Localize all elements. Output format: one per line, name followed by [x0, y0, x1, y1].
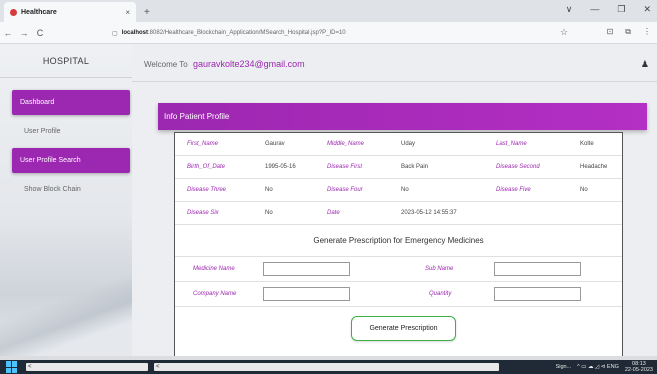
sidebar-background-image — [0, 266, 132, 356]
scroll-left-arrow-icon[interactable]: < — [28, 364, 32, 370]
minimize-icon[interactable]: — — [590, 4, 599, 15]
last-name-value: Kolte — [580, 141, 594, 147]
disease-four-label: Disease Four — [327, 187, 363, 193]
user-email: gauravkolte234@gmail.com — [192, 59, 305, 69]
birth-date-label: Birth_Of_Date — [187, 164, 226, 170]
new-tab-icon[interactable]: + — [144, 7, 150, 18]
system-tray: Sign... ^ ▭ ☁ ◿ ⊲ ENG 08:13 22-05-2023 — [556, 361, 653, 373]
main-content: Welcome To gauravkolte234@gmail.com ♟ In… — [132, 44, 657, 356]
split-view-icon[interactable]: ⊡ — [607, 27, 614, 37]
browser-tab[interactable]: Healthcare × — [4, 2, 136, 22]
first-name-value: Gaurav — [265, 141, 285, 147]
sidebar: HOSPITAL Dashboard User Profile User Pro… — [0, 44, 132, 356]
first-name-label: First_Name — [187, 141, 219, 147]
browser-tab-bar: Healthcare × + ∨ — ❐ ✕ — [0, 0, 657, 22]
generate-prescription-button[interactable]: Generate Prescription — [351, 316, 456, 341]
url-path: :8082/Healthcare_Blockchain_Application/… — [148, 30, 346, 36]
url-field[interactable]: ▢ localhost:8082/Healthcare_Blockchain_A… — [112, 26, 572, 40]
prescription-row: Company Name Quantity — [175, 282, 622, 307]
collections-icon[interactable]: ⧉ — [625, 27, 631, 37]
browser-tools: ⊡ ⧉ ⋮ — [607, 27, 651, 37]
address-bar: ← → C ▢ localhost:8082/Healthcare_Blockc… — [0, 22, 657, 44]
date-label: Date — [327, 210, 340, 216]
welcome-text: Welcome To gauravkolte234@gmail.com — [144, 59, 305, 69]
sidebar-item-dashboard[interactable]: Dashboard — [12, 90, 130, 115]
sidebar-item-show-block-chain[interactable]: Show Block Chain — [14, 177, 132, 202]
taskbar-scroll-main[interactable]: < — [154, 363, 499, 371]
clock-date: 22-05-2023 — [624, 367, 653, 373]
medicine-name-label: Medicine Name — [193, 266, 235, 272]
table-row: Disease Six No Date 2023-05-12 14:55:37 — [175, 202, 622, 225]
sub-name-input[interactable] — [494, 262, 581, 276]
disease-second-value: Headache — [580, 164, 608, 170]
table-row: First_Name Gaurav Middle_Name Uday Last_… — [175, 133, 622, 156]
header-divider — [132, 81, 657, 82]
last-name-label: Last_Name — [496, 141, 527, 147]
disease-five-value: No — [580, 187, 588, 193]
company-name-label: Company Name — [193, 291, 237, 297]
table-row: Birth_Of_Date 1995-05-16 Disease First B… — [175, 156, 622, 179]
disease-second-label: Disease Second — [496, 164, 540, 170]
menu-icon[interactable]: ⋮ — [643, 27, 651, 37]
middle-name-label: Middle_Name — [327, 141, 365, 147]
clock[interactable]: 08:13 22-05-2023 — [625, 361, 653, 373]
birth-date-value: 1995-05-16 — [265, 164, 296, 170]
tab-close-icon[interactable]: × — [125, 8, 130, 17]
quantity-label: Quantity — [429, 291, 452, 297]
tab-list-icon[interactable]: ∨ — [566, 4, 573, 15]
disease-three-label: Disease Three — [187, 187, 227, 193]
disease-six-label: Disease Six — [187, 210, 219, 216]
disease-first-label: Disease First — [327, 164, 363, 170]
brand-divider — [0, 77, 132, 78]
maximize-icon[interactable]: ❐ — [617, 4, 625, 15]
sub-name-label: Sub Name — [425, 266, 454, 272]
close-window-icon[interactable]: ✕ — [643, 4, 651, 15]
forward-icon[interactable]: → — [16, 28, 32, 38]
company-name-input[interactable] — [263, 287, 350, 301]
taskbar: < < Sign... ^ ▭ ☁ ◿ ⊲ ENG 08:13 22-05-20… — [0, 360, 657, 374]
tab-title: Healthcare — [21, 8, 57, 16]
middle-name-value: Uday — [401, 141, 416, 147]
welcome-label: Welcome To — [144, 60, 188, 69]
tray-icons[interactable]: ^ ▭ ☁ ◿ ⊲ ENG — [577, 364, 619, 370]
medicine-name-input[interactable] — [263, 262, 350, 276]
patient-profile-card: First_Name Gaurav Middle_Name Uday Last_… — [174, 132, 623, 356]
window-controls: ∨ — ❐ ✕ — [566, 4, 651, 15]
sidebar-item-user-profile[interactable]: User Profile — [14, 119, 132, 144]
taskbar-scroll-left[interactable]: < — [26, 363, 148, 371]
prescription-header-row: Generate Prescription for Emergency Medi… — [175, 225, 622, 257]
disease-six-value: No — [265, 210, 273, 216]
search-hint[interactable]: Sign... — [556, 364, 572, 370]
url-host: localhost — [121, 30, 149, 36]
disease-four-value: No — [401, 187, 409, 193]
brand-title: HOSPITAL — [42, 56, 90, 66]
favorite-star-icon[interactable]: ☆ — [560, 27, 568, 38]
disease-three-value: No — [265, 187, 273, 193]
back-icon[interactable]: ← — [0, 28, 16, 38]
windows-start-icon[interactable] — [6, 361, 18, 373]
quantity-input[interactable] — [494, 287, 581, 301]
user-icon[interactable]: ♟ — [641, 59, 649, 70]
favicon-icon — [10, 8, 17, 16]
disease-five-label: Disease Five — [496, 187, 531, 193]
page-info-icon[interactable]: ▢ — [112, 30, 118, 37]
date-value: 2023-05-12 14:55:37 — [401, 210, 457, 216]
disease-first-value: Back Pain — [401, 164, 429, 170]
prescription-title: Generate Prescription for Emergency Medi… — [313, 236, 484, 245]
sidebar-item-user-profile-search[interactable]: User Profile Search — [12, 148, 130, 173]
scroll-left-arrow-icon[interactable]: < — [156, 364, 160, 370]
reload-icon[interactable]: C — [32, 28, 48, 38]
table-row: Disease Three No Disease Four No Disease… — [175, 179, 622, 202]
card-title: Info Patient Profile — [158, 103, 647, 130]
prescription-row: Medicine Name Sub Name — [175, 257, 622, 282]
